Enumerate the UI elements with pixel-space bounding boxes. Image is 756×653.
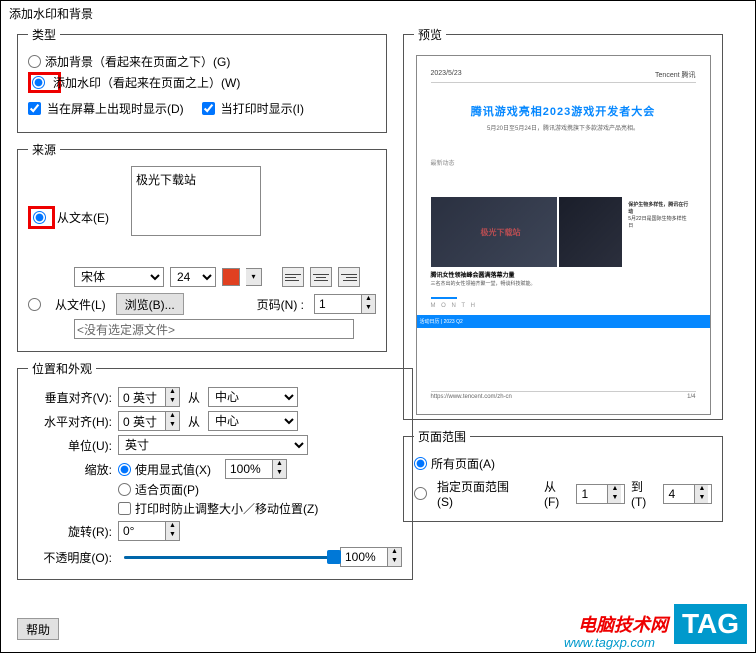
rotate-spinner[interactable]: ▲▼: [118, 521, 180, 541]
watermark-text-value[interactable]: 极光下载站: [136, 173, 196, 187]
opacity-label: 不透明度(O):: [28, 549, 118, 566]
page-range-legend: 页面范围: [414, 428, 470, 445]
position-legend: 位置和外观: [28, 360, 96, 377]
type-legend: 类型: [28, 26, 60, 43]
page-no-input[interactable]: [315, 295, 361, 313]
range-from-label: 从(F): [544, 478, 570, 509]
opacity-slider[interactable]: [124, 548, 334, 566]
lock-on-print-label[interactable]: 打印时防止调整大小／移动位置(Z): [135, 500, 318, 517]
halign-offset-spinner[interactable]: ▲▼: [118, 411, 180, 431]
valign-offset-spinner[interactable]: ▲▼: [118, 387, 180, 407]
add-watermark-radio[interactable]: [32, 76, 45, 89]
browse-button[interactable]: 浏览(B)...: [116, 293, 184, 315]
position-fieldset: 位置和外观 垂直对齐(V): ▲▼ 从 中心 水平对齐(H): ▲▼ 从 中心: [17, 360, 413, 580]
color-swatch[interactable]: [222, 268, 240, 286]
from-file-label[interactable]: 从文件(L): [55, 296, 106, 313]
use-explicit-radio[interactable]: [118, 463, 131, 476]
add-background-radio[interactable]: [28, 55, 41, 68]
source-fieldset: 来源 极光下载站 从文本(E) 宋体 24 ▾: [17, 141, 387, 352]
from-file-radio[interactable]: [28, 298, 41, 311]
scale-label: 缩放:: [28, 461, 118, 478]
preview-hero-title: 腾讯游戏亮相2023游戏开发者大会: [431, 103, 696, 119]
align-right-button[interactable]: [338, 267, 360, 287]
text-input-highlight: 极光下载站: [131, 166, 261, 236]
all-pages-label[interactable]: 所有页面(A): [431, 455, 495, 472]
range-to-label: 到(T): [631, 478, 657, 509]
all-pages-radio[interactable]: [414, 457, 427, 470]
page-no-label: 页码(N) :: [257, 296, 304, 313]
source-legend: 来源: [28, 141, 60, 158]
unit-select[interactable]: 英寸: [118, 435, 308, 455]
from-text-label[interactable]: 从文本(E): [57, 209, 109, 226]
preview-page: 2023/5/23Tencent 腾讯 腾讯游戏亮相2023游戏开发者大会 5月…: [416, 55, 711, 415]
add-watermark-label[interactable]: 添加水印（看起来在页面之上）(W): [53, 74, 240, 91]
preview-legend: 预览: [414, 26, 446, 43]
range-from-spinner[interactable]: ▲▼: [576, 484, 625, 504]
lock-on-print-checkbox[interactable]: [118, 502, 131, 515]
help-button[interactable]: 帮助: [17, 618, 59, 640]
show-on-screen-label[interactable]: 当在屏幕上出现时显示(D): [47, 100, 184, 117]
halign-from-select[interactable]: 中心: [208, 411, 298, 431]
branding-url: www.tagxp.com: [564, 635, 655, 650]
window-title: 添加水印和背景: [1, 1, 755, 26]
type-fieldset: 类型 添加背景（看起来在页面之下）(G) 添加水印（看起来在页面之上）(W) 当…: [17, 26, 387, 133]
range-to-spinner[interactable]: ▲▼: [663, 484, 712, 504]
align-left-button[interactable]: [282, 267, 304, 287]
use-explicit-label[interactable]: 使用显式值(X): [135, 461, 211, 478]
show-on-print-checkbox[interactable]: [202, 102, 215, 115]
rotate-label: 旋转(R):: [28, 523, 118, 540]
page-range-radio[interactable]: [414, 487, 427, 500]
page-no-spinner[interactable]: ▲▼: [314, 294, 376, 314]
scale-spinner[interactable]: ▲▼: [225, 459, 287, 479]
halign-label: 水平对齐(H):: [28, 413, 118, 430]
valign-label: 垂直对齐(V):: [28, 389, 118, 406]
show-on-print-label[interactable]: 当打印时显示(I): [221, 100, 304, 117]
add-background-label[interactable]: 添加背景（看起来在页面之下）(G): [45, 53, 230, 70]
show-on-screen-checkbox[interactable]: [28, 102, 41, 115]
font-size-select[interactable]: 24: [170, 267, 216, 287]
opacity-spinner[interactable]: ▲▼: [340, 547, 402, 567]
preview-fieldset: 预览 2023/5/23Tencent 腾讯 腾讯游戏亮相2023游戏开发者大会…: [403, 26, 723, 420]
page-range-fieldset: 页面范围 所有页面(A) 指定页面范围(S) 从(F) ▲▼ 到(T) ▲▼: [403, 428, 723, 522]
fit-page-radio[interactable]: [118, 483, 131, 496]
align-center-button[interactable]: [310, 267, 332, 287]
unit-label: 单位(U):: [28, 437, 118, 454]
from-label-2: 从: [180, 413, 208, 430]
color-dropdown[interactable]: ▾: [246, 268, 262, 286]
from-text-radio[interactable]: [33, 211, 46, 224]
valign-from-select[interactable]: 中心: [208, 387, 298, 407]
fit-page-label[interactable]: 适合页面(P): [135, 481, 199, 498]
font-select[interactable]: 宋体: [74, 267, 164, 287]
from-label-1: 从: [180, 389, 208, 406]
page-range-label[interactable]: 指定页面范围(S): [437, 478, 522, 509]
source-file-display: [74, 319, 354, 339]
